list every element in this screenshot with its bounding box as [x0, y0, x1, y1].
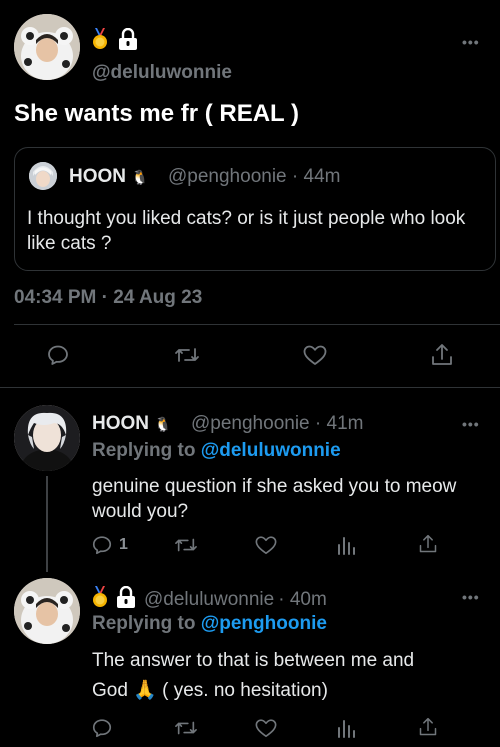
views-icon — [336, 534, 356, 556]
like-icon — [254, 717, 278, 739]
reply-author-handle[interactable]: @penghoonie — [191, 413, 310, 434]
quote-time: · 44m — [291, 166, 341, 187]
retweet-button[interactable] — [174, 343, 200, 367]
share-icon — [430, 342, 454, 368]
medal-icon — [92, 28, 108, 55]
quote-avatar — [29, 162, 57, 190]
share-icon — [418, 533, 438, 555]
reply-text: The answer to that is between me and God… — [92, 646, 482, 706]
reply-author-handle[interactable]: @deluluwonnie — [144, 589, 274, 611]
reply-button[interactable] — [46, 343, 70, 367]
reply-text-line: God 🙏 ( yes. no hesitation) — [92, 680, 328, 701]
reply-header: @deluluwonnie · 40m — [92, 585, 327, 614]
mention-link[interactable]: @penghoonie — [201, 613, 327, 634]
avatar[interactable] — [14, 14, 80, 80]
reply-text: genuine question if she asked you to meo… — [92, 476, 457, 522]
mention-link[interactable]: @deluluwonnie — [201, 440, 341, 461]
share-icon — [418, 716, 438, 738]
lock-icon — [118, 27, 138, 55]
more-options-icon[interactable]: ••• — [462, 589, 480, 605]
divider — [14, 324, 500, 325]
reply-icon — [91, 717, 113, 739]
reply-count: 1 — [119, 536, 128, 553]
retweet-icon — [174, 343, 200, 367]
avatar[interactable] — [14, 578, 80, 644]
retweet-icon — [174, 717, 198, 739]
like-button[interactable] — [254, 534, 278, 556]
like-icon — [254, 534, 278, 556]
views-icon — [336, 717, 356, 739]
penguin-emoji: 🐧 — [131, 169, 149, 185]
like-icon — [302, 343, 328, 367]
replying-to: Replying to @penghoonie — [92, 613, 327, 635]
more-options-icon[interactable]: ••• — [462, 34, 480, 50]
penguin-emoji: 🐧 — [154, 416, 172, 432]
reply-button[interactable] — [91, 717, 113, 739]
quoted-tweet[interactable]: HOON 🐧 @penghoonie · 44m I thought you l… — [14, 147, 496, 271]
retweet-button[interactable] — [174, 717, 198, 739]
quote-text: I thought you liked cats? or is it just … — [27, 208, 466, 254]
share-button[interactable] — [430, 342, 454, 368]
retweet-icon — [174, 534, 198, 556]
reply-button[interactable]: 1 — [91, 534, 128, 556]
reply-time: · 41m — [314, 413, 364, 434]
thread-connector — [46, 476, 48, 572]
medal-icon — [92, 586, 108, 614]
share-button[interactable] — [418, 533, 438, 555]
author-handle[interactable]: @deluluwonnie — [92, 62, 232, 84]
badge-group — [92, 27, 138, 55]
lock-icon — [116, 585, 136, 614]
more-options-icon[interactable]: ••• — [462, 416, 480, 432]
reply-icon — [91, 534, 113, 556]
retweet-button[interactable] — [174, 534, 198, 556]
replying-to: Replying to @deluluwonnie — [92, 440, 341, 462]
reply-text-line: The answer to that is between me and — [92, 650, 415, 671]
avatar[interactable] — [14, 405, 80, 471]
reply-author-name[interactable]: HOON — [92, 413, 149, 434]
views-button[interactable] — [336, 534, 356, 556]
quote-author-name[interactable]: HOON — [69, 166, 126, 187]
like-button[interactable] — [302, 343, 328, 367]
tweet-text: She wants me fr ( REAL ) — [14, 100, 299, 127]
quote-author-handle[interactable]: @penghoonie — [168, 166, 287, 187]
reply-time: · 40m — [278, 589, 327, 610]
share-button[interactable] — [418, 716, 438, 738]
replying-to-label: Replying to — [92, 440, 196, 461]
tweet-timestamp[interactable]: 04:34 PM · 24 Aug 23 — [14, 287, 202, 309]
views-button[interactable] — [336, 717, 356, 739]
reply-icon — [46, 343, 70, 367]
like-button[interactable] — [254, 717, 278, 739]
quote-header: HOON 🐧 @penghoonie · 44m — [69, 166, 340, 188]
reply-header: HOON 🐧 @penghoonie · 41m — [92, 413, 363, 435]
replying-to-label: Replying to — [92, 613, 196, 634]
divider — [0, 387, 500, 388]
